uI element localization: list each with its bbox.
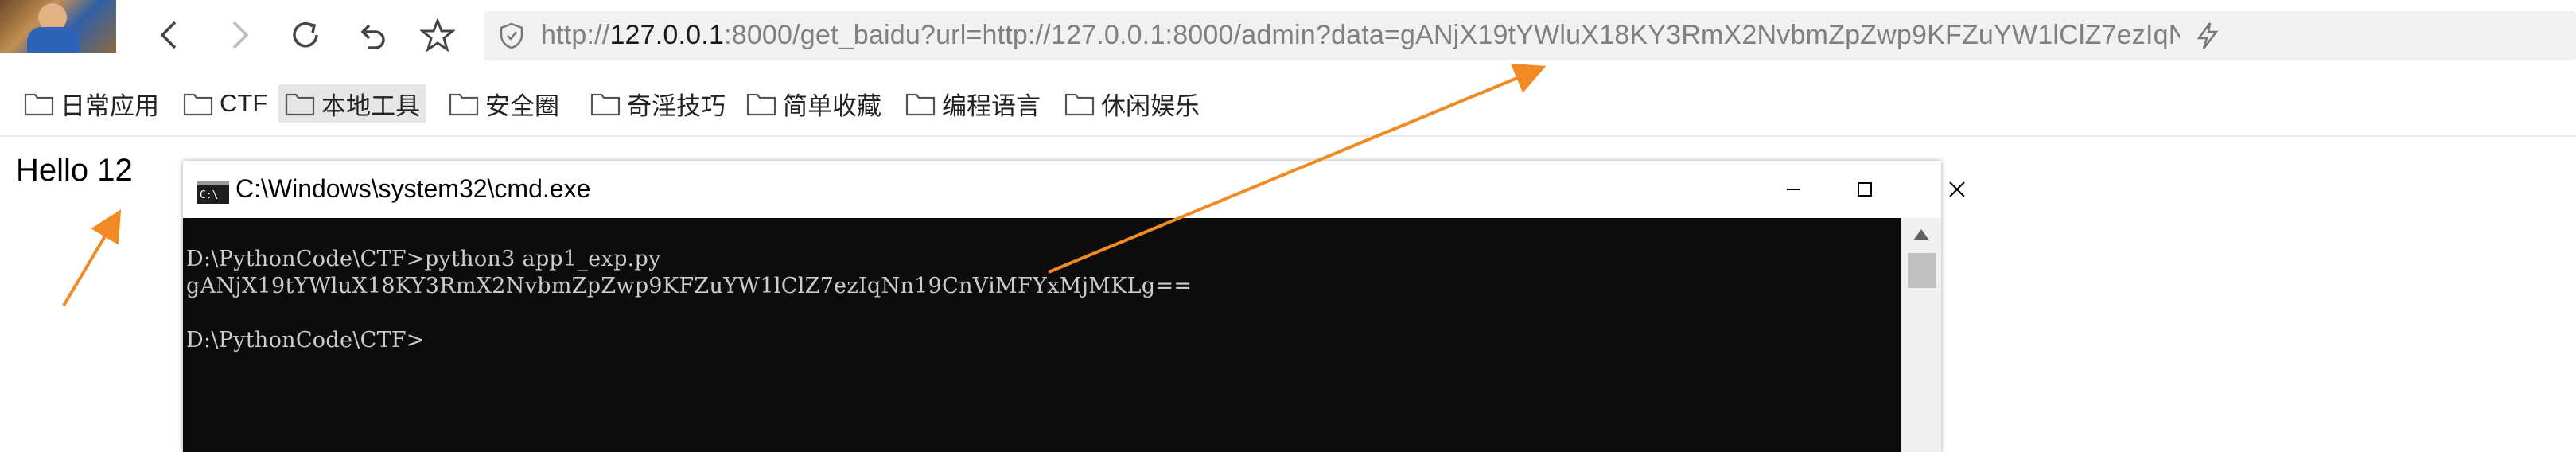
folder-icon [24,93,54,116]
undo-icon [360,24,385,49]
bookmark-label: 安全圈 [485,92,559,120]
bookmark-folder-4[interactable]: 安全圈 [442,84,566,123]
undo-button[interactable] [350,13,395,57]
bookmark-label: 奇淫技巧 [627,92,726,120]
bookmark-folder-1[interactable]: 日常应用 [18,84,165,123]
cmd-console[interactable]: D:\PythonCode\CTF>python3 app1_exp.py gA… [183,218,1901,452]
url-rest: :8000/get_baidu?url=http://127.0.0.1:800… [724,20,2180,50]
console-icon: C:\ [197,181,229,204]
reload-icon [293,21,318,48]
reload-button[interactable] [283,13,328,57]
page-hello-text: Hello 12 [16,153,133,188]
console-line-output: gANjX19tYWluX18KY3RmX2NvbmZpZwp9KFZuYW1l… [186,274,1193,298]
close-icon [1949,181,1965,197]
bookmark-folder-3[interactable]: 本地工具 [278,84,426,123]
lightning-icon[interactable] [2193,21,2223,51]
bookmark-label: 本地工具 [321,92,420,120]
bookmark-label: 休闲娱乐 [1101,92,1200,120]
svg-text:C:\: C:\ [200,189,218,201]
bookmark-folder-8[interactable]: 休闲娱乐 [1058,84,1206,123]
bookmark-star-button[interactable] [415,13,460,57]
star-icon [420,18,455,53]
bookmark-folder-5[interactable]: 奇淫技巧 [584,84,732,123]
bookmark-folder-6[interactable]: 简单收藏 [740,84,888,123]
browser-toolbar: http://127.0.0.1:8000/get_baidu?url=http… [0,0,2576,74]
shield-icon [500,22,523,49]
folder-icon [905,93,936,116]
bookmarks-bar: 日常应用 CTF 本地工具 安全圈 奇淫技巧 简单收藏 编程语言 休闲娱乐 [0,73,2576,137]
avatar-body [27,27,80,53]
cmd-window: C:\ C:\Windows\system32\cmd.exe D:\Pytho… [183,161,1965,452]
bookmark-folder-7[interactable]: 编程语言 [899,84,1047,123]
folder-icon [285,93,315,116]
maximize-icon [1858,182,1872,197]
console-line-command: D:\PythonCode\CTF>python3 app1_exp.py [186,247,661,271]
minimize-button[interactable] [1769,173,1817,205]
back-button[interactable] [148,13,193,57]
bookmark-label: 编程语言 [942,92,1041,120]
bookmark-folder-2[interactable]: CTF [177,84,274,123]
scrollbar-thumb[interactable] [1908,253,1936,288]
bookmark-label: 日常应用 [60,92,159,120]
bookmark-label: CTF [220,89,268,117]
address-bar[interactable]: http://127.0.0.1:8000/get_baidu?url=http… [484,11,2576,60]
bookmark-label: 简单收藏 [783,92,881,120]
console-line-prompt: D:\PythonCode\CTF> [186,328,425,353]
cmd-title: C:\Windows\system32\cmd.exe [235,174,591,203]
folder-icon [590,93,621,116]
annotation-arrow-to-hello [62,209,122,307]
folder-icon [449,93,479,116]
url-host: 127.0.0.1 [609,20,725,50]
forward-button[interactable] [216,13,261,57]
chevron-left-icon [160,21,177,49]
folder-icon [746,93,776,116]
close-button[interactable] [1933,173,1981,205]
minimize-icon [1787,189,1800,190]
user-avatar[interactable] [0,0,116,53]
url-text[interactable]: http://127.0.0.1:8000/get_baidu?url=http… [541,20,2180,51]
folder-icon [183,93,213,116]
scroll-up-arrow-icon[interactable] [1911,226,1932,244]
folder-icon [1064,93,1095,116]
cmd-scrollbar[interactable] [1901,218,1941,452]
chevron-right-icon [232,21,249,49]
maximize-button[interactable] [1841,173,1889,205]
url-prefix: http:// [541,20,610,50]
cmd-titlebar[interactable]: C:\ C:\Windows\system32\cmd.exe [183,161,1965,218]
